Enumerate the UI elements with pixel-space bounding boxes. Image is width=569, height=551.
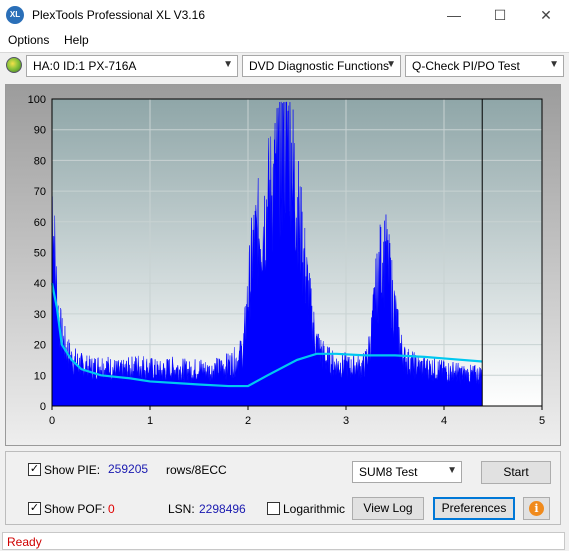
- x-tick-label: 3: [343, 415, 349, 427]
- preferences-button[interactable]: Preferences: [433, 497, 515, 520]
- lsn-label: LSN:: [168, 502, 195, 516]
- y-tick-label: 90: [34, 125, 46, 137]
- chevron-down-icon: ▼: [386, 59, 396, 70]
- chevron-down-icon: ▼: [549, 59, 559, 70]
- y-tick-label: 50: [34, 248, 46, 260]
- sum8-select[interactable]: SUM8 Test ▼: [352, 461, 462, 483]
- menu-help[interactable]: Help: [64, 33, 89, 47]
- x-tick-label: 5: [539, 415, 545, 427]
- y-tick-label: 100: [28, 94, 46, 106]
- toolbar: HA:0 ID:1 PX-716A ▼ DVD Diagnostic Funct…: [0, 53, 569, 79]
- info-icon: i: [529, 501, 544, 516]
- x-tick-label: 0: [49, 415, 55, 427]
- show-pie-checkbox[interactable]: ✓: [28, 463, 41, 476]
- title-bar: XL PlexTools Professional XL V3.16 — ☐ ✕: [0, 0, 569, 30]
- app-logo-icon: XL: [6, 6, 24, 24]
- y-tick-label: 60: [34, 217, 46, 229]
- x-tick-label: 4: [441, 415, 447, 427]
- function-select[interactable]: DVD Diagnostic Functions ▼: [242, 55, 401, 77]
- x-tick-label: 1: [147, 415, 153, 427]
- start-button[interactable]: Start: [481, 461, 551, 484]
- chevron-down-icon: ▼: [447, 465, 457, 476]
- maximize-button[interactable]: ☐: [477, 0, 523, 30]
- lsn-value: 2298496: [199, 502, 246, 516]
- chevron-down-icon: ▼: [223, 59, 233, 70]
- minimize-button[interactable]: —: [431, 0, 477, 30]
- drive-select[interactable]: HA:0 ID:1 PX-716A ▼: [26, 55, 238, 77]
- show-poe-label: Show POF:: [44, 502, 106, 516]
- pie-value: 259205: [108, 462, 149, 476]
- y-tick-label: 10: [34, 370, 46, 382]
- y-tick-label: 30: [34, 309, 46, 321]
- y-tick-label: 80: [34, 155, 46, 167]
- test-select-value: Q-Check PI/PO Test: [412, 59, 520, 73]
- info-button[interactable]: i: [523, 497, 550, 520]
- status-text: Ready: [7, 535, 42, 549]
- pie-unit: rows/8ECC: [166, 463, 227, 477]
- logarithmic-checkbox[interactable]: [267, 502, 280, 515]
- test-select[interactable]: Q-Check PI/PO Test ▼: [405, 55, 564, 77]
- window-title: PlexTools Professional XL V3.16: [32, 8, 205, 22]
- view-log-button[interactable]: View Log: [352, 497, 424, 520]
- status-bar: Ready: [0, 531, 569, 551]
- show-pie-label: Show PIE:: [44, 463, 101, 477]
- chart-panel: 0 10 20 30 40 50 60 70 80 90 100 0 1 2 3 4 5: [5, 84, 561, 446]
- disc-drive-icon: [6, 57, 22, 73]
- menu-options[interactable]: Options: [8, 33, 49, 47]
- controls-panel: ✓ Show PIE: 259205 rows/8ECC ✓ Show POF:…: [5, 451, 561, 525]
- status-box: Ready: [2, 532, 565, 550]
- menu-bar: Options Help: [0, 30, 569, 53]
- function-select-value: DVD Diagnostic Functions: [249, 59, 390, 73]
- drive-select-value: HA:0 ID:1 PX-716A: [33, 59, 137, 73]
- pi-po-chart: 0 10 20 30 40 50 60 70 80 90 100 0 1 2 3 4 5: [6, 85, 560, 445]
- show-poe-checkbox[interactable]: ✓: [28, 502, 41, 515]
- y-tick-label: 20: [34, 340, 46, 352]
- y-tick-label: 0: [40, 401, 46, 413]
- y-tick-label: 70: [34, 186, 46, 198]
- poe-value: 0: [108, 502, 115, 516]
- x-tick-label: 2: [245, 415, 251, 427]
- logarithmic-label: Logarithmic: [283, 502, 346, 516]
- y-tick-label: 40: [34, 278, 46, 290]
- close-button[interactable]: ✕: [523, 0, 569, 30]
- sum8-select-value: SUM8 Test: [359, 465, 418, 479]
